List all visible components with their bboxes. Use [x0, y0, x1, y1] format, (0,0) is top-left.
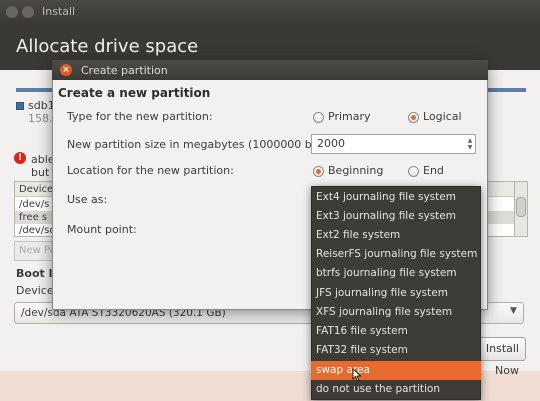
dropdown-option[interactable]: Ext2 file system — [311, 226, 481, 245]
legend-swatch — [16, 102, 24, 110]
warning-icon: ! — [14, 152, 26, 164]
partition-size-input[interactable]: 2000 — [311, 134, 476, 154]
type-label: Type for the new partition: — [67, 110, 213, 123]
page-title: Allocate drive space — [16, 36, 199, 57]
size-label: New partition size in megabytes (1000000… — [67, 138, 344, 151]
end-radio[interactable] — [408, 166, 419, 177]
mount-point-label: Mount point: — [67, 223, 137, 236]
dropdown-option[interactable]: ReiserFS journaling file system — [311, 245, 481, 264]
window-titlebar — [0, 0, 540, 24]
dropdown-option[interactable]: Ext4 journaling file system — [311, 188, 481, 207]
primary-radio[interactable] — [313, 112, 324, 123]
location-label: Location for the new partition: — [67, 164, 234, 177]
dropdown-option[interactable]: JFS journaling file system — [311, 284, 481, 303]
mouse-cursor-icon — [352, 368, 362, 382]
dropdown-option[interactable]: do not use the partition — [311, 380, 481, 399]
minimize-window-icon[interactable] — [22, 6, 34, 18]
dropdown-option[interactable]: XFS journaling file system — [311, 303, 481, 322]
legend-partition-name: sdb1 — [28, 99, 55, 112]
beginning-radio-label[interactable]: Beginning — [328, 164, 383, 177]
logical-radio[interactable] — [408, 112, 419, 123]
dropdown-option[interactable]: Ext3 journaling file system — [311, 207, 481, 226]
chevron-down-icon[interactable]: ▼ — [510, 306, 517, 316]
close-window-icon[interactable] — [6, 6, 18, 18]
dialog-close-icon[interactable]: × — [60, 64, 72, 76]
table-scrollbar-thumb[interactable] — [516, 197, 526, 217]
end-radio-label[interactable]: End — [423, 164, 444, 177]
dropdown-option[interactable]: FAT32 file system — [311, 341, 481, 360]
primary-radio-label[interactable]: Primary — [328, 110, 371, 123]
window-title: Install — [42, 5, 76, 18]
dialog-title: Create partition — [81, 64, 168, 77]
dropdown-option-selected[interactable]: swap area — [311, 361, 481, 380]
dialog-heading: Create a new partition — [58, 86, 211, 100]
logical-radio-label[interactable]: Logical — [423, 110, 462, 123]
dropdown-option[interactable]: FAT16 file system — [311, 322, 481, 341]
use-as-label: Use as: — [67, 193, 108, 206]
size-stepper-icon[interactable]: ▲ ▼ — [466, 137, 474, 151]
beginning-radio[interactable] — [313, 166, 324, 177]
dropdown-option[interactable]: btrfs journaling file system — [311, 264, 481, 283]
